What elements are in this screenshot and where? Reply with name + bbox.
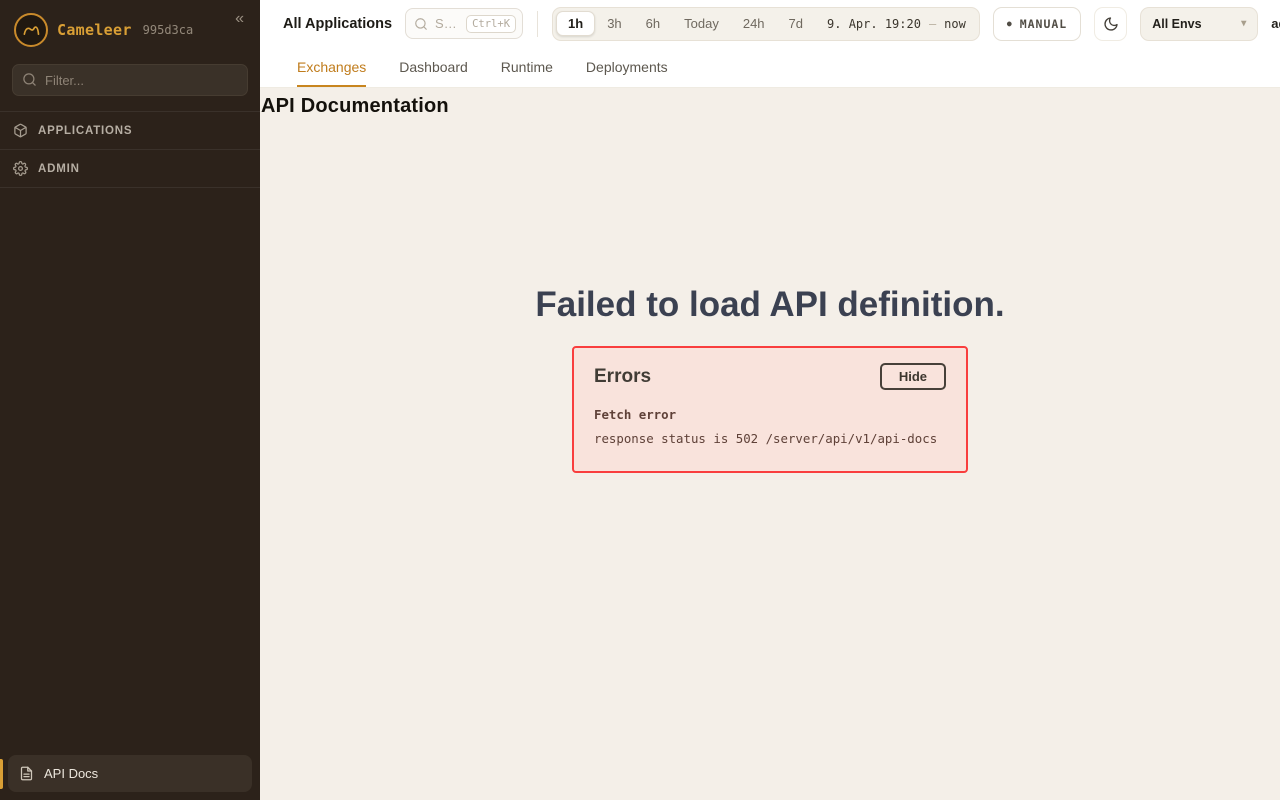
time-range-6h[interactable]: 6h bbox=[634, 11, 672, 36]
errors-panel: Errors Hide Fetch error response status … bbox=[572, 346, 968, 473]
environment-select[interactable]: All Envs ▾ bbox=[1140, 7, 1258, 41]
error-item: Fetch error response status is 502 /serv… bbox=[594, 407, 946, 446]
sidebar-footer: API Docs bbox=[0, 748, 260, 800]
collapse-sidebar-icon[interactable]: « bbox=[231, 9, 248, 29]
cameleer-logo-icon bbox=[14, 13, 48, 47]
search-input[interactable] bbox=[433, 15, 461, 32]
sidebar: Cameleer 995d3ca « APPLICATIONS ADMIN bbox=[0, 0, 260, 800]
filter-input[interactable] bbox=[12, 64, 248, 96]
sidebar-nav: APPLICATIONS ADMIN bbox=[0, 111, 260, 188]
build-version: 995d3ca bbox=[143, 23, 194, 37]
app-window: Cameleer 995d3ca « APPLICATIONS ADMIN bbox=[0, 0, 1280, 800]
sidebar-header: Cameleer 995d3ca « bbox=[0, 0, 260, 58]
time-from: 9. Apr. 19:20 bbox=[827, 17, 921, 31]
refresh-mode-button[interactable]: ● MANUAL bbox=[993, 7, 1081, 41]
error-name: Fetch error bbox=[594, 407, 946, 422]
hide-errors-button[interactable]: Hide bbox=[880, 363, 946, 390]
page-context-title: All Applications bbox=[283, 16, 392, 32]
tab-dashboard[interactable]: Dashboard bbox=[399, 47, 468, 87]
sidebar-item-label: API Docs bbox=[44, 766, 98, 781]
sidebar-item-applications[interactable]: APPLICATIONS bbox=[0, 112, 260, 150]
sidebar-spacer bbox=[0, 188, 260, 748]
box-icon bbox=[13, 123, 28, 138]
refresh-mode-label: MANUAL bbox=[1020, 17, 1068, 31]
moon-icon bbox=[1103, 16, 1119, 32]
content-column: All Applications Ctrl+K 1h 3h 6h Today 2… bbox=[260, 0, 1280, 800]
brand-name: Cameleer bbox=[57, 21, 132, 39]
page-title: API Documentation bbox=[261, 95, 1280, 118]
errors-panel-header: Errors Hide bbox=[594, 363, 946, 390]
time-range-selector: 1h 3h 6h Today 24h 7d 9. Apr. 19:20 — no… bbox=[552, 7, 980, 41]
gear-icon bbox=[13, 161, 28, 176]
sidebar-item-admin[interactable]: ADMIN bbox=[0, 150, 260, 188]
tab-runtime[interactable]: Runtime bbox=[501, 47, 553, 87]
active-item-accent bbox=[0, 759, 3, 789]
sidebar-item-api-docs[interactable]: API Docs bbox=[8, 755, 252, 792]
user-menu[interactable]: admin bbox=[1271, 16, 1280, 31]
tabsbar: Exchanges Dashboard Runtime Deployments bbox=[260, 47, 1280, 88]
error-message: response status is 502 /server/api/v1/ap… bbox=[594, 431, 946, 446]
time-separator: — bbox=[929, 17, 936, 31]
shortcut-badge: Ctrl+K bbox=[466, 15, 516, 33]
dark-mode-toggle[interactable] bbox=[1094, 7, 1127, 41]
time-display: 9. Apr. 19:20 — now bbox=[815, 17, 976, 31]
tab-exchanges[interactable]: Exchanges bbox=[297, 47, 366, 87]
document-icon bbox=[19, 766, 34, 781]
time-to: now bbox=[944, 17, 966, 31]
time-range-7d[interactable]: 7d bbox=[777, 11, 815, 36]
main-content: API Documentation Failed to load API def… bbox=[260, 88, 1280, 800]
time-range-24h[interactable]: 24h bbox=[731, 11, 777, 36]
divider bbox=[537, 11, 538, 37]
time-range-3h[interactable]: 3h bbox=[595, 11, 633, 36]
chevron-down-icon: ▾ bbox=[1241, 18, 1246, 29]
topbar: All Applications Ctrl+K 1h 3h 6h Today 2… bbox=[260, 0, 1280, 47]
errors-title: Errors bbox=[594, 366, 651, 388]
search-icon bbox=[22, 72, 37, 92]
tab-deployments[interactable]: Deployments bbox=[586, 47, 668, 87]
sidebar-filter bbox=[12, 64, 248, 96]
sidebar-item-label: APPLICATIONS bbox=[38, 125, 132, 137]
time-range-today[interactable]: Today bbox=[672, 11, 731, 36]
sidebar-item-label: ADMIN bbox=[38, 163, 80, 175]
status-dot-icon: ● bbox=[1007, 20, 1013, 28]
global-search[interactable]: Ctrl+K bbox=[405, 8, 523, 39]
search-icon bbox=[414, 17, 428, 31]
environment-value: All Envs bbox=[1152, 17, 1201, 31]
api-load-error-heading: Failed to load API definition. bbox=[260, 285, 1280, 325]
time-range-1h[interactable]: 1h bbox=[556, 11, 595, 36]
